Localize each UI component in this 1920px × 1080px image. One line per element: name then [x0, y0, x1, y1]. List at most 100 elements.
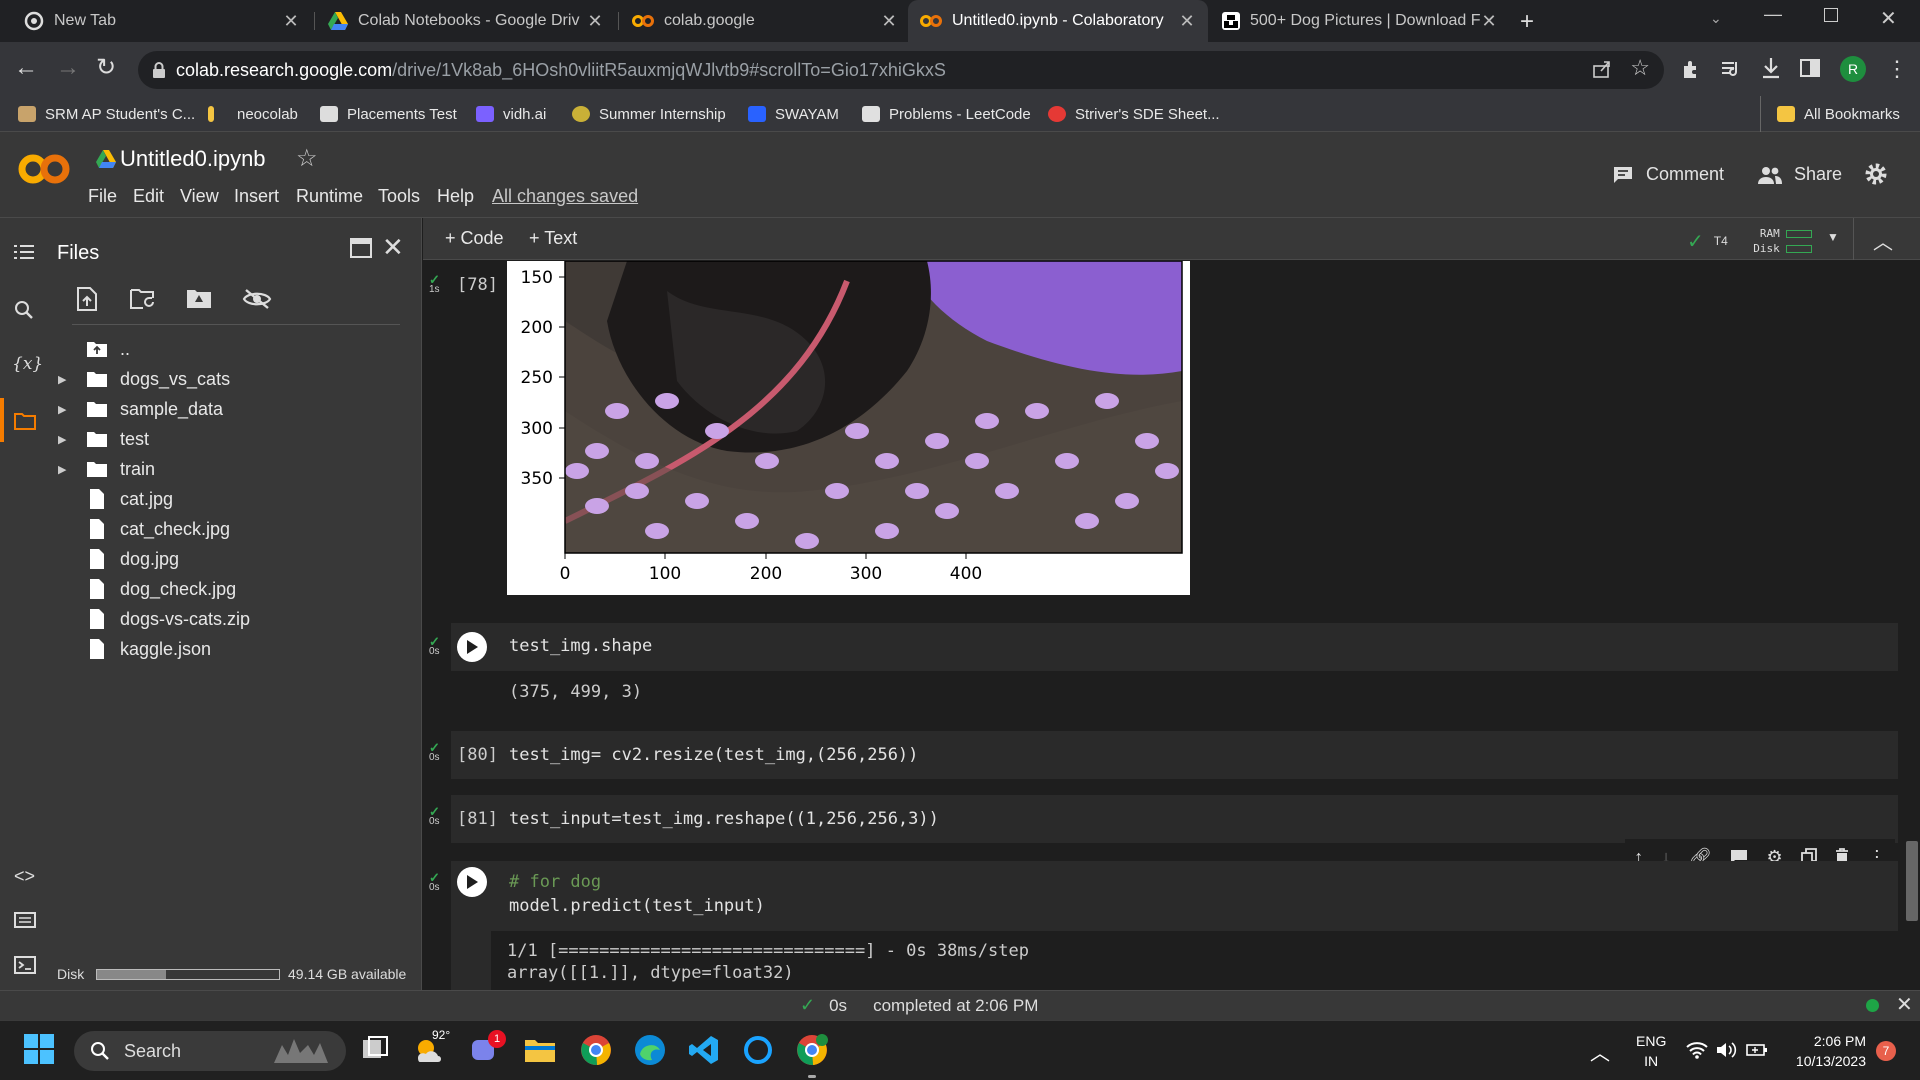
taskbar-search[interactable]: Search	[74, 1031, 346, 1071]
language-indicator[interactable]: ENG IN	[1636, 1031, 1666, 1071]
menu-edit[interactable]: Edit	[133, 186, 164, 207]
download-icon[interactable]	[1760, 56, 1782, 80]
notebook-title[interactable]: Untitled0.ipynb	[120, 146, 266, 172]
star-icon[interactable]: ☆	[296, 144, 318, 173]
file-row-cat-check-jpg[interactable]: cat_check.jpg	[48, 516, 230, 542]
terminal-icon[interactable]	[14, 956, 36, 974]
files-folder-icon[interactable]	[14, 412, 36, 430]
file-row-dog-check-jpg[interactable]: dog_check.jpg	[48, 576, 236, 602]
close-tab-icon[interactable]: ✕	[282, 11, 300, 32]
menu-tools[interactable]: Tools	[378, 186, 420, 207]
file-row-sample-data[interactable]: ▶ sample_data	[48, 396, 223, 422]
new-tab-button[interactable]: +	[1520, 8, 1534, 36]
media-controls-icon[interactable]	[1720, 58, 1742, 80]
cell-code[interactable]: test_input=test_img.reshape((1,256,256,3…	[509, 809, 939, 829]
tab-search-chevron-icon[interactable]: ⌄	[1710, 10, 1722, 27]
tray-overflow-icon[interactable]: ︿	[1590, 1037, 1610, 1066]
tab-untitled0-colaboratory[interactable]: Untitled0.ipynb - Colaboratory ✕	[908, 0, 1208, 42]
expand-caret-icon[interactable]: ▶	[58, 403, 72, 416]
save-status[interactable]: All changes saved	[492, 186, 638, 207]
tab-dog-pictures[interactable]: 500+ Dog Pictures | Download F ✕	[1210, 0, 1510, 42]
notification-badge[interactable]: 7	[1876, 1041, 1896, 1061]
back-icon[interactable]: ←	[14, 54, 38, 82]
taskbar-clock[interactable]: 2:06 PM 10/13/2023	[1780, 1031, 1866, 1071]
file-row-parent[interactable]: ..	[48, 336, 130, 362]
side-panel-icon[interactable]	[1800, 58, 1820, 78]
run-cell-button[interactable]	[457, 867, 487, 897]
notebook-scrollbar[interactable]	[1906, 841, 1918, 921]
file-explorer-icon[interactable]	[524, 1034, 558, 1068]
volume-icon[interactable]	[1716, 1041, 1738, 1059]
vscode-icon[interactable]	[688, 1034, 722, 1068]
variables-icon[interactable]: {x}	[12, 354, 43, 374]
forward-icon[interactable]: →	[56, 54, 80, 82]
cell-code[interactable]: test_img= cv2.resize(test_img,(256,256))	[509, 745, 918, 765]
bookmark-swayam[interactable]: SWAYAM	[748, 96, 839, 132]
bookmark-all[interactable]: All Bookmarks	[1760, 96, 1900, 132]
close-tab-icon[interactable]: ✕	[1178, 11, 1196, 32]
add-code-button[interactable]: + Code	[445, 228, 504, 249]
runtime-dropdown-icon[interactable]: ▼	[1827, 230, 1839, 244]
address-bar[interactable]: colab.research.google.com/drive/1Vk8ab_6…	[138, 51, 1664, 89]
table-of-contents-icon[interactable]	[14, 244, 34, 260]
file-row-dogs-vs-cats[interactable]: ▶ dogs_vs_cats	[48, 366, 230, 392]
chrome-menu-icon[interactable]: ⋮	[1886, 56, 1908, 82]
file-row-test[interactable]: ▶ test	[48, 426, 149, 452]
chrome-profile-icon[interactable]	[796, 1034, 830, 1068]
expand-caret-icon[interactable]: ▶	[58, 463, 72, 476]
menu-runtime[interactable]: Runtime	[296, 186, 363, 207]
file-row-cat-jpg[interactable]: cat.jpg	[48, 486, 173, 512]
cell-code[interactable]: model.predict(test_input)	[509, 896, 765, 916]
menu-file[interactable]: File	[88, 186, 117, 207]
tab-colab-notebooks-drive[interactable]: Colab Notebooks - Google Driv ✕	[316, 0, 616, 42]
wifi-icon[interactable]	[1686, 1041, 1708, 1059]
expand-caret-icon[interactable]: ▶	[58, 373, 72, 386]
bookmark-star-icon[interactable]: ☆	[1630, 55, 1650, 81]
edge-icon[interactable]	[634, 1034, 668, 1068]
battery-icon[interactable]	[1746, 1042, 1768, 1058]
extensions-icon[interactable]	[1680, 58, 1702, 80]
hide-files-icon[interactable]	[242, 288, 272, 310]
bookmark-placements[interactable]: Placements Test	[320, 96, 457, 132]
file-row-kaggle-json[interactable]: kaggle.json	[48, 636, 211, 662]
close-panel-icon[interactable]: ✕	[382, 232, 404, 263]
file-row-dog-jpg[interactable]: dog.jpg	[48, 546, 179, 572]
task-view-icon[interactable]	[360, 1034, 394, 1068]
chrome-taskbar-icon[interactable]	[580, 1034, 614, 1068]
cortana-icon[interactable]	[742, 1034, 776, 1068]
runtime-status[interactable]: ✓ T4 RAM Disk	[1687, 226, 1812, 256]
bookmark-striver[interactable]: Striver's SDE Sheet...	[1048, 96, 1220, 132]
upload-icon[interactable]	[76, 286, 98, 312]
close-status-icon[interactable]: ✕	[1896, 992, 1913, 1017]
mount-drive-icon[interactable]	[186, 288, 212, 310]
code-cell-shape[interactable]	[451, 623, 1898, 671]
bookmark-srm[interactable]: SRM AP Student's C...	[18, 96, 195, 132]
open-in-tab-icon[interactable]	[350, 238, 372, 258]
file-row-train[interactable]: ▶ train	[48, 456, 155, 482]
minimize-icon[interactable]: —	[1764, 4, 1782, 25]
bookmark-vidh[interactable]: vidh.ai	[476, 96, 546, 132]
command-palette-icon[interactable]	[14, 912, 36, 928]
cell-comment[interactable]: # for dog	[509, 872, 601, 892]
menu-help[interactable]: Help	[437, 186, 474, 207]
menu-view[interactable]: View	[180, 186, 219, 207]
menu-insert[interactable]: Insert	[234, 186, 279, 207]
settings-gear-icon[interactable]	[1864, 162, 1888, 186]
reload-icon[interactable]: ↻	[96, 53, 116, 82]
share-button[interactable]: Share	[1758, 164, 1842, 185]
cell-code[interactable]: test_img.shape	[509, 636, 652, 656]
comment-button[interactable]: Comment	[1612, 164, 1724, 185]
teams-chat-icon[interactable]: 1	[470, 1030, 506, 1068]
share-page-icon[interactable]	[1592, 59, 1612, 79]
run-cell-button[interactable]	[457, 632, 487, 662]
bookmark-leetcode[interactable]: Problems - LeetCode	[862, 96, 1031, 132]
tab-new-tab[interactable]: New Tab ✕	[12, 0, 312, 42]
close-window-icon[interactable]: ✕	[1880, 6, 1897, 31]
colab-logo[interactable]	[18, 152, 70, 186]
bookmark-summer-internship[interactable]: Summer Internship	[572, 96, 726, 132]
windows-start-icon[interactable]	[24, 1034, 58, 1068]
restore-icon[interactable]	[1824, 8, 1838, 22]
close-tab-icon[interactable]: ✕	[880, 11, 898, 32]
close-tab-icon[interactable]: ✕	[586, 11, 604, 32]
close-tab-icon[interactable]: ✕	[1480, 11, 1498, 32]
